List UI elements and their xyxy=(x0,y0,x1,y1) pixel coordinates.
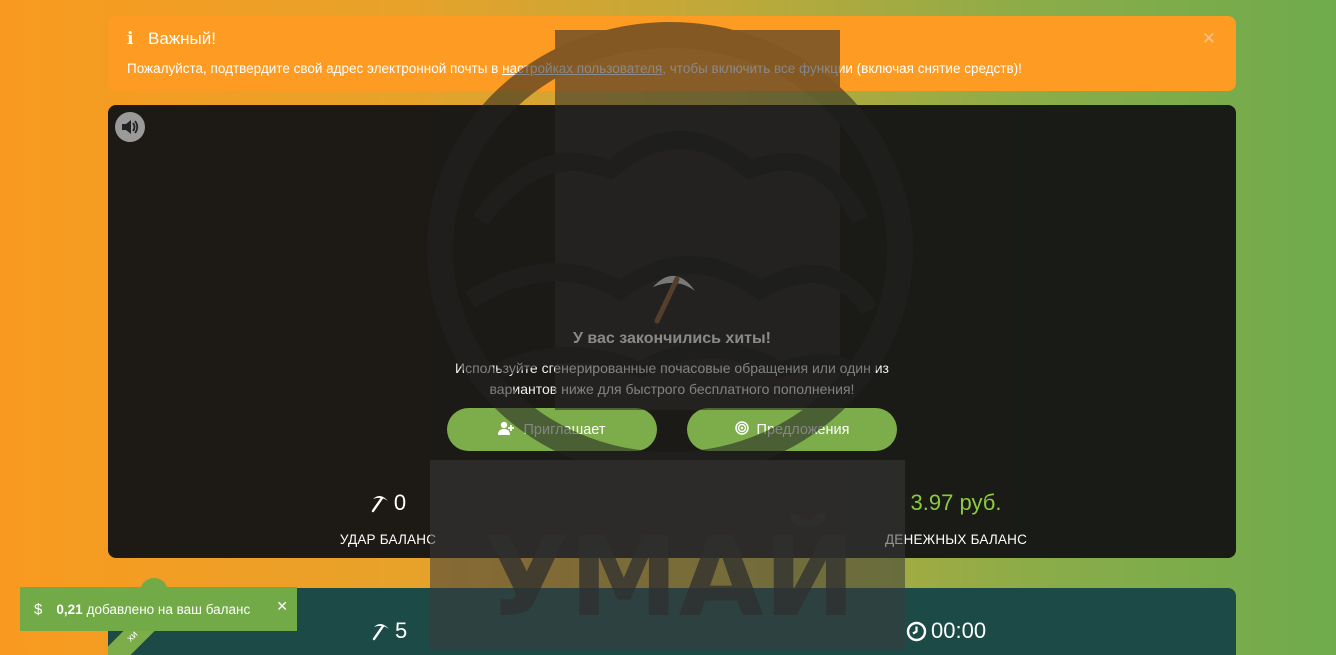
target-icon xyxy=(734,421,749,438)
no-hits-title: У вас закончились хиты! xyxy=(572,330,771,347)
pickaxe-icon xyxy=(372,623,389,641)
lower-hits: 5 xyxy=(371,618,407,644)
pickaxe-icon xyxy=(653,275,695,324)
lower-timer: 00:00 xyxy=(906,618,986,644)
no-hits-description: Используйте сгенерированные почасовые об… xyxy=(455,360,889,397)
dollar-icon: $ xyxy=(34,600,43,618)
hits-value: 0 xyxy=(393,490,407,515)
clock-icon xyxy=(906,621,927,641)
user-settings-link[interactable]: настройках пользователя xyxy=(502,61,662,76)
pickaxe-icon xyxy=(371,495,388,513)
money-value: 3.97 руб. xyxy=(910,490,1002,515)
hits-balance: 0 УДАР БАЛАНС xyxy=(288,488,488,547)
toast-text: добавлено на ваш баланс xyxy=(86,601,251,617)
hits-label: УДАР БАЛАНС xyxy=(339,532,437,547)
info-icon: i xyxy=(127,29,134,49)
volume-icon[interactable] xyxy=(115,112,145,142)
verify-email-alert: i Важный! Пожалуйста, подтвердите свой а… xyxy=(108,16,1236,91)
mining-panel: У вас закончились хиты! Используйте сген… xyxy=(108,105,1236,558)
money-balance: 3.97 руб. ДЕНЕЖНЫХ БАЛАНС xyxy=(856,488,1056,547)
money-label: ДЕНЕЖНЫХ БАЛАНС xyxy=(884,532,1028,547)
close-icon[interactable]: ✕ xyxy=(1202,29,1216,49)
alert-message: Пожалуйста, подтвердите свой адрес элект… xyxy=(127,61,1022,76)
invites-button[interactable]: Приглашает xyxy=(447,408,657,451)
alert-title: Важный! xyxy=(148,29,216,48)
add-user-icon xyxy=(498,421,515,438)
balance-toast: $ 0,21 добавлено на ваш баланс ✕ xyxy=(20,587,297,631)
offers-button[interactable]: Предложения xyxy=(687,408,897,451)
toast-amount: 0,21 xyxy=(56,601,83,617)
close-icon[interactable]: ✕ xyxy=(276,598,288,615)
